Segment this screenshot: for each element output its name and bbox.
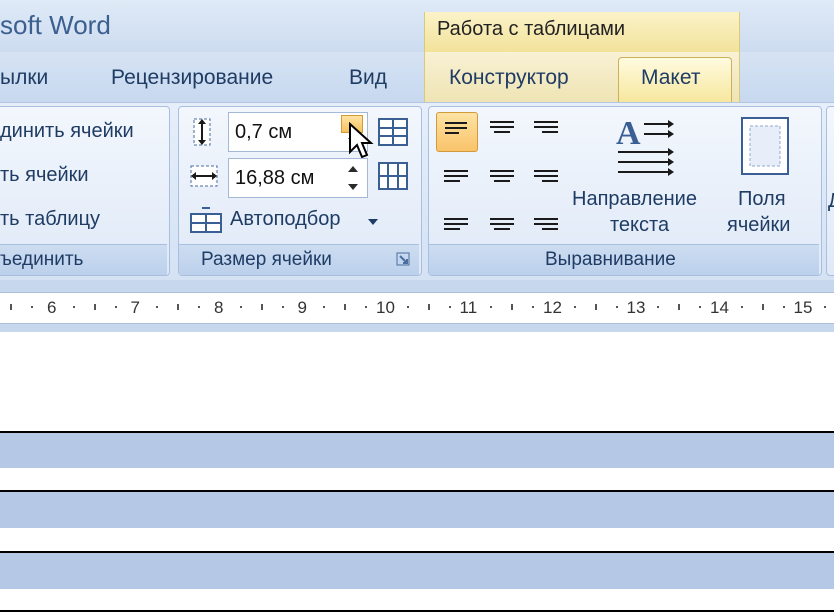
text-direction-icon[interactable]: A [614, 112, 676, 178]
ruler-tick [114, 306, 117, 308]
align-top-center-button[interactable] [482, 112, 522, 150]
ruler-tick [93, 304, 96, 310]
ruler-number: 12 [543, 298, 562, 317]
ruler-tick [573, 306, 576, 308]
ruler-tick [782, 306, 785, 308]
merge-group-label: ъединить [0, 249, 84, 270]
ruler-tick [323, 306, 326, 308]
ruler-tick [490, 306, 493, 308]
ruler-tick [615, 306, 618, 308]
ruler-number: 11 [459, 298, 478, 317]
tab-design[interactable]: Конструктор [449, 66, 569, 90]
chevron-down-icon[interactable] [366, 214, 380, 225]
merge-cells-button[interactable]: динить ячейки [0, 120, 134, 143]
horizontal-ruler[interactable] [0, 292, 834, 324]
ruler-tick [72, 306, 75, 308]
ruler-tick [678, 304, 681, 310]
cell-margins-icon[interactable] [740, 116, 792, 178]
table-row[interactable] [0, 432, 834, 468]
table-row[interactable] [0, 492, 834, 528]
alignment-group-label: Выравнивание [545, 249, 676, 270]
ruler-tick [281, 306, 284, 308]
align-top-right-button[interactable] [526, 112, 566, 150]
tab-view[interactable]: Вид [349, 66, 387, 90]
split-cells-button[interactable]: ть ячейки [0, 164, 89, 187]
table-row-border [0, 610, 834, 612]
svg-text:A: A [616, 115, 641, 152]
cell-margins-label-1[interactable]: Поля [738, 188, 786, 211]
column-width-icon [188, 160, 220, 192]
row-height-spinner[interactable]: 0,7 см [228, 112, 368, 152]
ruler-tick [31, 306, 34, 308]
ruler-tick [761, 304, 764, 310]
ruler-number: 7 [130, 298, 140, 317]
cell-margins-label-2[interactable]: ячейки [727, 214, 790, 237]
column-width-up-button[interactable] [343, 161, 363, 177]
align-bottom-center-button[interactable] [482, 200, 522, 238]
tab-mailings[interactable]: ылки [0, 66, 48, 90]
text-direction-label-1[interactable]: Направление [572, 188, 697, 211]
table-row[interactable] [0, 553, 834, 589]
ruler-tick [239, 306, 242, 308]
mouse-pointer-icon [348, 121, 374, 160]
align-bottom-right-button[interactable] [526, 200, 566, 238]
ruler-tick [448, 306, 451, 308]
align-middle-right-button[interactable] [526, 156, 566, 194]
ruler-tick [260, 304, 263, 310]
ruler-tick [156, 306, 159, 308]
ruler-tick [177, 304, 180, 310]
align-middle-center-button[interactable] [482, 156, 522, 194]
split-table-button[interactable]: ть таблицу [0, 208, 100, 231]
cell-size-group-label: Размер ячейки [201, 249, 332, 270]
ruler-number: 13 [626, 298, 646, 317]
text-direction-label-2[interactable]: текста [610, 214, 669, 237]
ruler-number: 10 [376, 298, 395, 317]
ruler-tick [406, 306, 409, 308]
ruler-tick [427, 304, 430, 310]
window-title: soft Word [0, 10, 111, 40]
ruler-number: 15 [793, 298, 813, 317]
ruler-tick [344, 304, 347, 310]
ruler-number: 6 [47, 298, 57, 317]
distribute-rows-icon[interactable] [376, 116, 410, 148]
dialog-launcher-icon[interactable] [396, 252, 410, 266]
tab-layout[interactable]: Макет [641, 66, 700, 90]
table-row-border [0, 431, 834, 433]
ruler-tick [365, 306, 368, 308]
row-height-icon [188, 116, 216, 148]
ruler-number: 9 [297, 298, 307, 317]
ruler-number: 14 [710, 298, 729, 317]
align-middle-left-button[interactable] [436, 156, 476, 194]
ruler-tick [824, 306, 827, 308]
row-height-value: 0,7 см [235, 121, 293, 143]
ruler-tick [657, 306, 660, 308]
ruler-tick [10, 304, 13, 310]
column-width-down-button[interactable] [343, 179, 363, 195]
data-group-cutoff-letter[interactable]: Д [828, 190, 834, 213]
distribute-columns-icon[interactable] [376, 160, 410, 192]
ruler-tick [532, 306, 535, 308]
table-tools-title: Работа с таблицами [437, 18, 626, 40]
ruler-tick [740, 306, 743, 308]
column-width-spinner[interactable]: 16,88 см [228, 158, 368, 198]
ruler-number: 8 [214, 298, 224, 317]
ruler-tick [198, 306, 201, 308]
align-top-left-button[interactable] [436, 112, 478, 152]
autofit-icon [188, 206, 224, 236]
align-bottom-left-button[interactable] [436, 200, 476, 238]
ruler-tick [699, 306, 702, 308]
ruler-tick [594, 304, 597, 310]
tab-review[interactable]: Рецензирование [111, 66, 273, 90]
column-width-value: 16,88 см [235, 167, 315, 189]
ruler-tick [511, 304, 514, 310]
autofit-button[interactable]: Автоподбор [230, 208, 340, 231]
